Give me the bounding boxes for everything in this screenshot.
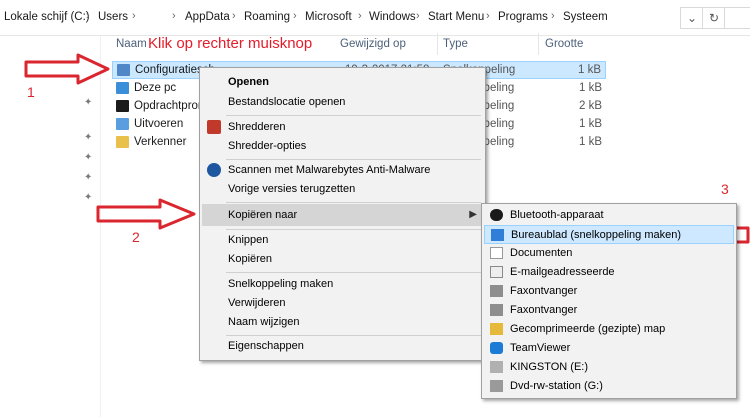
breadcrumb-systeem[interactable]: Systeem bbox=[563, 11, 608, 23]
annotation-number-3: 3 bbox=[721, 181, 729, 197]
menu-separator bbox=[226, 202, 481, 203]
breadcrumb-separator[interactable]: › bbox=[232, 10, 236, 22]
breadcrumb-separator[interactable]: › bbox=[551, 10, 555, 22]
shredder-icon bbox=[207, 120, 221, 134]
menu-item-send-to[interactable]: Kopiëren naar ▶ bbox=[202, 204, 483, 226]
breadcrumb-separator[interactable]: › bbox=[172, 10, 176, 22]
pin-icon: ✦ bbox=[84, 172, 93, 183]
submenu-item-desktop[interactable]: Bureaublad (snelkoppeling maken) bbox=[484, 225, 734, 244]
breadcrumb-separator[interactable]: › bbox=[86, 10, 90, 22]
breadcrumb-users[interactable]: Users bbox=[98, 11, 128, 23]
menu-item-copy[interactable]: Kopiëren bbox=[202, 248, 483, 270]
annotation-arrow-right-icon bbox=[24, 53, 110, 85]
column-divider[interactable] bbox=[538, 33, 539, 55]
menu-item-open-location[interactable]: Bestandslocatie openen bbox=[202, 91, 483, 113]
submenu-item-mail[interactable]: E-mailgeadresseerde bbox=[484, 263, 734, 282]
zip-folder-icon bbox=[490, 323, 503, 335]
file-size: 1 kB bbox=[577, 64, 601, 76]
fax-icon bbox=[490, 304, 503, 316]
breadcrumb-start-menu[interactable]: Start Menu bbox=[428, 11, 484, 23]
menu-item-rename[interactable]: Naam wijzigen bbox=[202, 311, 483, 333]
annotation-title: Klik op rechter muisknop bbox=[148, 35, 313, 52]
breadcrumb-separator[interactable]: › bbox=[293, 10, 297, 22]
submenu-item-fax-2[interactable]: Faxontvanger bbox=[484, 301, 734, 320]
annotation-arrow-right-icon bbox=[96, 198, 196, 230]
send-to-submenu: Bluetooth-apparaat Bureaublad (snelkoppe… bbox=[481, 203, 737, 399]
breadcrumb-separator[interactable]: › bbox=[132, 10, 136, 22]
submenu-item-fax-1[interactable]: Faxontvanger bbox=[484, 282, 734, 301]
computer-icon bbox=[116, 82, 129, 94]
submenu-item-teamviewer[interactable]: TeamViewer bbox=[484, 339, 734, 358]
breadcrumb-separator[interactable]: › bbox=[416, 10, 420, 22]
breadcrumb-windows[interactable]: Windows bbox=[369, 11, 416, 23]
submenu-item-bluetooth[interactable]: Bluetooth-apparaat bbox=[484, 206, 734, 225]
breadcrumb-separator[interactable]: › bbox=[358, 10, 362, 22]
column-header-name[interactable]: Naam bbox=[116, 38, 147, 50]
usb-drive-icon bbox=[490, 361, 503, 373]
pin-icon: ✦ bbox=[84, 97, 93, 108]
annotation-number-1: 1 bbox=[27, 84, 35, 100]
control-panel-icon bbox=[117, 64, 130, 76]
menu-item-restore-versions[interactable]: Vorige versies terugzetten bbox=[202, 178, 483, 200]
mail-icon bbox=[490, 266, 503, 278]
submenu-item-kingston[interactable]: KINGSTON (E:) bbox=[484, 358, 734, 377]
breadcrumb-roaming[interactable]: Roaming bbox=[244, 11, 290, 23]
bluetooth-icon bbox=[490, 209, 503, 221]
fax-icon bbox=[490, 285, 503, 297]
address-bar[interactable]: Lokale schijf (C:) › Users › › AppData ›… bbox=[0, 0, 750, 36]
pin-icon: ✦ bbox=[84, 192, 93, 203]
column-header-size[interactable]: Grootte bbox=[545, 38, 583, 50]
command-prompt-icon bbox=[116, 100, 129, 112]
navigation-pane: ✦ ✦ ✦ ✦ ✦ bbox=[0, 36, 100, 417]
file-size: 1 kB bbox=[578, 82, 602, 94]
column-divider[interactable] bbox=[437, 33, 438, 55]
file-size: 2 kB bbox=[578, 100, 602, 112]
column-header-modified[interactable]: Gewijzigd op bbox=[340, 38, 406, 50]
breadcrumb-local-disk[interactable]: Lokale schijf (C:) bbox=[4, 11, 90, 23]
submenu-item-zip[interactable]: Gecomprimeerde (gezipte) map bbox=[484, 320, 734, 339]
documents-icon bbox=[490, 247, 503, 259]
menu-item-open[interactable]: Openen bbox=[202, 71, 483, 93]
file-name: Opdrachtprom bbox=[134, 100, 208, 112]
chevron-down-icon[interactable]: ⌄ bbox=[680, 7, 704, 29]
desktop-icon bbox=[491, 229, 504, 241]
column-header-type[interactable]: Type bbox=[443, 38, 468, 50]
file-name: Verkenner bbox=[134, 136, 187, 148]
submenu-item-documents[interactable]: Documenten bbox=[484, 244, 734, 263]
breadcrumb-appdata[interactable]: AppData bbox=[185, 11, 230, 23]
pin-icon: ✦ bbox=[84, 152, 93, 163]
run-icon bbox=[116, 118, 129, 130]
file-name: Deze pc bbox=[134, 82, 177, 94]
pin-icon: ✦ bbox=[84, 132, 93, 143]
search-box[interactable] bbox=[724, 7, 750, 29]
breadcrumb-microsoft[interactable]: Microsoft bbox=[305, 11, 352, 23]
folder-icon bbox=[116, 136, 129, 148]
menu-item-shred-options[interactable]: Shredder-opties bbox=[202, 135, 483, 157]
refresh-icon[interactable]: ↻ bbox=[702, 7, 726, 29]
chevron-right-icon: ▶ bbox=[469, 209, 477, 220]
file-size: 1 kB bbox=[578, 136, 602, 148]
file-name: Uitvoeren bbox=[134, 118, 184, 130]
teamviewer-icon bbox=[490, 342, 503, 354]
breadcrumb-programs[interactable]: Programs bbox=[498, 11, 548, 23]
submenu-item-dvd[interactable]: Dvd-rw-station (G:) bbox=[484, 377, 734, 396]
annotation-number-2: 2 bbox=[132, 229, 140, 245]
context-menu: Openen Bestandslocatie openen Shredderen… bbox=[199, 67, 486, 361]
malwarebytes-icon bbox=[207, 163, 221, 177]
file-size: 1 kB bbox=[578, 118, 602, 130]
dvd-drive-icon bbox=[490, 380, 503, 392]
breadcrumb-separator[interactable]: › bbox=[486, 10, 490, 22]
menu-item-properties[interactable]: Eigenschappen bbox=[202, 335, 483, 357]
